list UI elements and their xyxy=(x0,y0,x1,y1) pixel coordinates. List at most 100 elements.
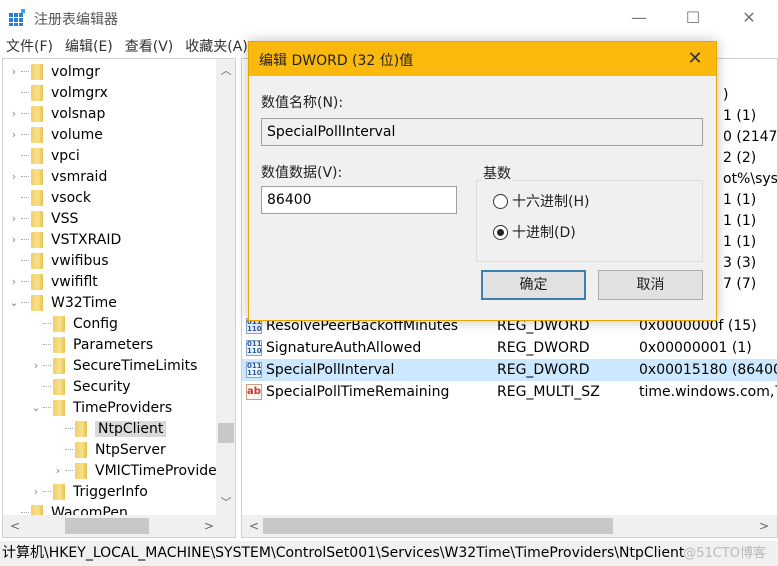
tree-item[interactable]: › volmgr xyxy=(7,61,100,82)
value-data-label: 数值数据(V): xyxy=(261,165,343,181)
chevron-right-icon[interactable]: › xyxy=(7,275,21,288)
value-data-cell: 0 (21474 xyxy=(723,129,778,145)
tree-item[interactable]: › volume xyxy=(7,124,103,145)
tree-hscroll-thumb[interactable] xyxy=(65,518,149,534)
value-data-field[interactable] xyxy=(261,186,457,214)
dialog-title: 编辑 DWORD (32 位)值 xyxy=(259,53,414,69)
chevron-right-icon[interactable]: › xyxy=(29,485,43,498)
tree-vscroll-thumb[interactable] xyxy=(218,423,234,443)
value-list-row[interactable]: ab SpecialPollTimeRemaining REG_MULTI_SZ ti… xyxy=(242,381,777,403)
radio-hexadecimal[interactable]: 十六进制(H) xyxy=(493,191,589,211)
chevron-right-icon[interactable]: › xyxy=(7,170,21,183)
tree-item[interactable]: Config xyxy=(29,313,118,334)
scroll-right-icon[interactable]: > xyxy=(199,515,219,537)
menu-view[interactable]: 查看(V) xyxy=(119,36,180,58)
tree-connector xyxy=(43,344,51,345)
tree-item[interactable]: volmgrx xyxy=(7,82,108,103)
tree-item[interactable]: › vsmraid xyxy=(7,166,107,187)
value-name-text: SpecialPollInterval xyxy=(266,362,395,378)
radio-dec-label: 十进制(D) xyxy=(512,225,576,241)
tree-item[interactable]: NtpClient xyxy=(51,418,167,439)
tree-item[interactable]: › SecureTimeLimits xyxy=(29,355,197,376)
chevron-right-icon[interactable]: › xyxy=(7,107,21,120)
scroll-left-icon[interactable]: < xyxy=(244,515,264,537)
folder-icon xyxy=(31,231,43,248)
list-horizontal-scrollbar[interactable]: < > xyxy=(242,515,777,537)
value-name-field[interactable] xyxy=(261,118,703,146)
value-data-cell: 0x00000001 (1) xyxy=(639,340,752,356)
tree-item[interactable]: › volsnap xyxy=(7,103,105,124)
tree-item-label: volmgrx xyxy=(51,84,108,101)
scroll-down-icon[interactable]: ﹀ xyxy=(216,493,235,513)
close-icon: ✕ xyxy=(742,7,756,27)
tree-item[interactable]: › vwififlt xyxy=(7,271,98,292)
tree-item[interactable]: › VMICTimeProvider xyxy=(51,460,222,481)
scroll-up-icon[interactable]: ︿ xyxy=(216,61,235,81)
close-window-button[interactable]: ✕ xyxy=(726,0,772,34)
minimize-button[interactable]: — xyxy=(616,0,662,34)
tree-connector xyxy=(21,113,29,114)
menu-file[interactable]: 文件(F) xyxy=(0,36,59,58)
value-list-row[interactable]: 011 110 SignatureAuthAllowed REG_DWORD 0x000… xyxy=(242,337,777,359)
list-hscroll-thumb[interactable] xyxy=(263,518,613,534)
cancel-button[interactable]: 取消 xyxy=(598,270,703,300)
tree-item[interactable]: › TriggerInfo xyxy=(29,481,148,502)
scroll-left-icon[interactable]: < xyxy=(5,515,25,537)
tree-connector xyxy=(21,302,29,303)
tree-item[interactable]: Security xyxy=(29,376,131,397)
maximize-icon: ☐ xyxy=(685,7,701,27)
tree-item-label: Config xyxy=(73,315,118,332)
dialog-title-bar[interactable]: 编辑 DWORD (32 位)值 ✕ xyxy=(249,42,716,76)
tree-item-label: vwififlt xyxy=(51,273,98,290)
tree-item[interactable]: ⌄ W32Time xyxy=(7,292,117,313)
scroll-right-icon[interactable]: > xyxy=(754,515,774,537)
status-bar-path: 计算机\HKEY_LOCAL_MACHINE\SYSTEM\ControlSet… xyxy=(0,541,778,566)
tree-item[interactable]: NtpServer xyxy=(51,439,166,460)
tree-connector xyxy=(21,176,29,177)
tree-item[interactable]: › VSTXRAID xyxy=(7,229,121,250)
ok-button[interactable]: 确定 xyxy=(481,270,586,300)
folder-icon xyxy=(75,441,87,458)
tree-connector xyxy=(43,407,51,408)
dialog-close-button[interactable]: ✕ xyxy=(681,46,709,72)
tree-connector xyxy=(21,239,29,240)
value-name-cell: ab SpecialPollTimeRemaining xyxy=(246,384,449,400)
reg-binary-icon: 011 110 xyxy=(246,362,262,378)
value-data-cell: 0x00015180 (86400) xyxy=(639,362,778,378)
maximize-button[interactable]: ☐ xyxy=(670,0,716,34)
chevron-right-icon[interactable]: › xyxy=(7,212,21,225)
tree-item[interactable]: › VSS xyxy=(7,208,78,229)
chevron-down-icon[interactable]: ⌄ xyxy=(7,296,21,309)
tree-horizontal-scrollbar[interactable]: < > xyxy=(3,515,235,537)
tree-item[interactable]: ⌄ TimeProviders xyxy=(29,397,172,418)
chevron-right-icon[interactable]: › xyxy=(7,65,21,78)
chevron-right-icon[interactable]: › xyxy=(51,464,65,477)
tree-item[interactable]: Parameters xyxy=(29,334,153,355)
tree-item[interactable]: vsock xyxy=(7,187,91,208)
value-data-cell: ) xyxy=(723,87,729,103)
close-icon: ✕ xyxy=(687,48,703,69)
chevron-right-icon[interactable]: › xyxy=(29,359,43,372)
chevron-down-icon[interactable]: ⌄ xyxy=(29,401,43,414)
registry-tree[interactable]: WacomPen › TriggerInfo › VMICTimeProvider Ntp… xyxy=(2,58,236,538)
value-type-cell: REG_DWORD xyxy=(497,362,590,378)
tree-item-label: VMICTimeProvider xyxy=(95,462,223,479)
radio-dec-circle[interactable] xyxy=(493,224,508,240)
tree-item[interactable]: vpci xyxy=(7,145,80,166)
title-bar: 注册表编辑器 — ☐ ✕ xyxy=(0,0,778,36)
chevron-right-icon[interactable]: › xyxy=(7,128,21,141)
value-list-row[interactable]: 011 110 SpecialPollInterval REG_DWORD 0x0001… xyxy=(242,359,778,381)
tree-connector xyxy=(43,491,51,492)
menu-favorites[interactable]: 收藏夹(A) xyxy=(179,36,254,58)
menu-edit[interactable]: 编辑(E) xyxy=(59,36,119,58)
folder-icon xyxy=(75,462,87,479)
tree-item[interactable]: vwifibus xyxy=(7,250,109,271)
folder-icon xyxy=(31,105,43,122)
radio-decimal[interactable]: 十进制(D) xyxy=(493,222,576,242)
base-group-title: 基数 xyxy=(481,163,513,183)
tree-vertical-scrollbar[interactable]: ︿ ﹀ xyxy=(216,59,235,515)
chevron-right-icon[interactable]: › xyxy=(7,233,21,246)
radio-hex-circle[interactable] xyxy=(493,193,508,209)
tree-item-label: volume xyxy=(51,126,103,143)
tree-connector xyxy=(65,428,73,429)
